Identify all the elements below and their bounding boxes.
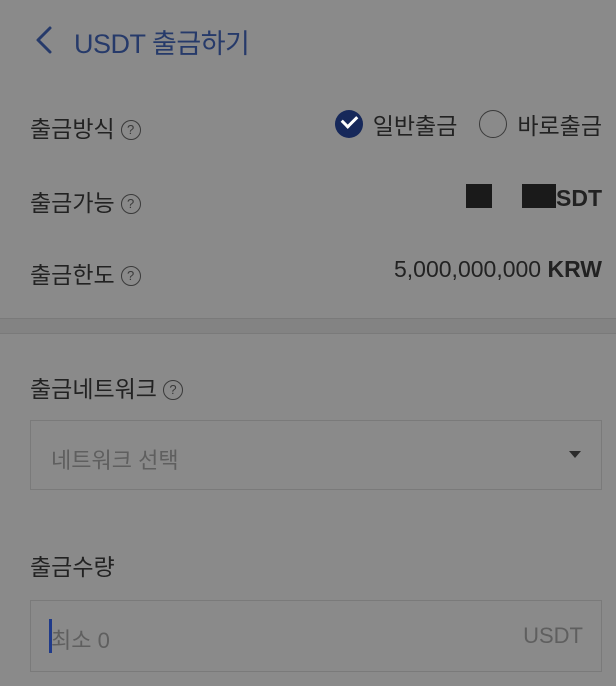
help-icon[interactable]: ? <box>120 120 141 140</box>
network-label: 출금네트워크 <box>30 376 157 402</box>
limit-amount: 5,000,000,000 <box>394 256 542 282</box>
radio-label: 일반출금 <box>372 113 458 139</box>
withdraw-method-label: 출금방식 <box>30 116 115 142</box>
help-icon[interactable]: ? <box>120 266 141 286</box>
amount-input[interactable]: 최소 0 USDT <box>30 600 602 672</box>
withdraw-method-row: 출금방식? 일반출금 바로출금 <box>30 104 602 144</box>
network-section-label: 출금네트워크? <box>30 370 183 404</box>
amount-section-label: 출금수량 <box>30 554 115 580</box>
header: USDT 출금하기 <box>0 0 616 78</box>
redacted-block <box>522 184 556 208</box>
network-select[interactable]: 네트워크 선택 <box>30 420 602 490</box>
help-icon[interactable]: ? <box>120 194 141 214</box>
withdraw-screen: USDT 출금하기 출금방식? 일반출금 바로출금 출금가능? SDT 출금한도… <box>0 0 616 686</box>
radio-label: 바로출금 <box>517 113 602 139</box>
available-label: 출금가능 <box>30 190 115 216</box>
network-select-placeholder: 네트워크 선택 <box>51 448 179 473</box>
radio-normal-withdraw[interactable]: 일반출금 <box>334 107 458 141</box>
page-title: USDT 출금하기 <box>74 29 250 59</box>
limit-row: 출금한도? 5,000,000,000 KRW <box>30 250 602 290</box>
redacted-block <box>466 184 492 208</box>
check-circle-icon <box>334 110 363 138</box>
amount-placeholder: 최소 0 <box>51 628 110 653</box>
limit-label: 출금한도 <box>30 262 115 288</box>
chevron-down-icon <box>569 451 581 458</box>
limit-value: 5,000,000,000 KRW <box>394 256 602 283</box>
section-divider <box>0 318 616 334</box>
withdraw-method-options: 일반출금 바로출금 <box>321 104 602 144</box>
amount-unit: USDT <box>523 623 583 648</box>
radio-instant-withdraw[interactable]: 바로출금 <box>479 107 602 141</box>
limit-currency: KRW <box>547 256 602 282</box>
available-row: 출금가능? SDT <box>30 178 602 218</box>
help-icon[interactable]: ? <box>162 380 183 400</box>
empty-circle-icon <box>479 110 508 138</box>
back-arrow-icon[interactable] <box>30 22 58 58</box>
available-value: SDT <box>466 184 602 212</box>
available-unit: SDT <box>556 185 602 211</box>
